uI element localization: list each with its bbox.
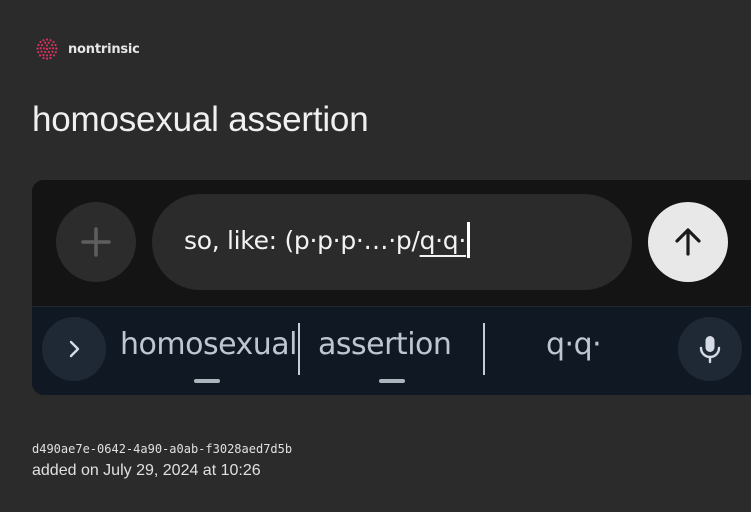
- arrow-up-icon: [675, 228, 701, 256]
- keyboard-suggestion-bar: homosexual assertion q·q·: [32, 306, 751, 395]
- expand-toolbar-button[interactable]: [42, 317, 106, 381]
- add-attachment-button[interactable]: [56, 202, 136, 282]
- brand-header[interactable]: nontrinsic: [34, 36, 140, 62]
- page-title: homosexual assertion: [32, 100, 369, 139]
- send-button[interactable]: [648, 202, 728, 282]
- post-date: added on July 29, 2024 at 10:26: [32, 462, 261, 479]
- microphone-icon: [699, 336, 721, 364]
- suggestion-underline-mark: [379, 379, 405, 383]
- compose-row: so, like: (p·p·p·…·p/q·q·: [32, 180, 751, 306]
- post-id: d490ae7e-0642-4a90-a0ab-f3028aed7d5b: [32, 442, 293, 456]
- post-metadata: d490ae7e-0642-4a90-a0ab-f3028aed7d5b add…: [32, 440, 292, 482]
- input-committed-text: so, like: (p·p·p·…·p/: [184, 226, 420, 255]
- suggestion-divider: [483, 323, 485, 375]
- message-input-text: so, like: (p·p·p·…·p/q·q·: [184, 222, 471, 260]
- text-caret: [467, 222, 471, 258]
- dotted-globe-icon: [36, 38, 58, 60]
- suggestion-divider: [298, 323, 300, 375]
- suggestion-underline-mark: [194, 379, 220, 383]
- input-composing-text: q·q·: [419, 226, 467, 255]
- suggestion-assertion[interactable]: assertion: [318, 327, 452, 362]
- chevron-right-icon: [69, 340, 80, 358]
- message-input[interactable]: so, like: (p·p·p·…·p/q·q·: [152, 194, 632, 290]
- brand-name[interactable]: nontrinsic: [68, 42, 140, 57]
- voice-input-button[interactable]: [678, 317, 742, 381]
- embedded-screenshot: so, like: (p·p·p·…·p/q·q· homosexual ass…: [32, 180, 751, 395]
- suggestion-homosexual[interactable]: homosexual: [120, 327, 298, 362]
- suggestion-qq[interactable]: q·q·: [546, 327, 602, 362]
- plus-icon: [81, 227, 111, 257]
